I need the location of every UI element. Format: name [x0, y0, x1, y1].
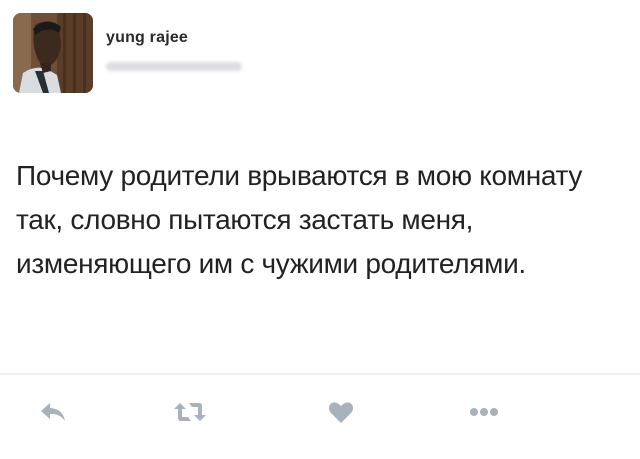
heart-icon: [328, 400, 354, 424]
retweet-button[interactable]: [172, 397, 208, 427]
author-display-name[interactable]: yung rajee: [106, 28, 242, 48]
avatar[interactable]: [13, 13, 93, 93]
reply-arrow-icon: [39, 401, 69, 423]
reply-button[interactable]: [36, 397, 72, 427]
retweet-icon: [173, 400, 207, 424]
tweet-actions-bar: [0, 373, 640, 459]
more-options-button[interactable]: [466, 397, 502, 427]
blurred-handle: [106, 62, 242, 71]
more-dots-icon: [469, 407, 499, 417]
like-button[interactable]: [323, 397, 359, 427]
tweet-text: Почему родители врываются в мою комнату …: [16, 160, 583, 279]
author-block: yung rajee: [106, 28, 242, 71]
tweet-card: yung rajee Почему родители врываются в м…: [0, 0, 640, 457]
